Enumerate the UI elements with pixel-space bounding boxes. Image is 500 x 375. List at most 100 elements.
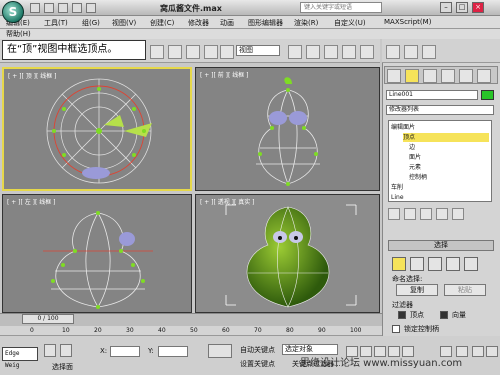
modify-tab-icon[interactable] [405, 69, 419, 83]
copy-button[interactable]: 复制 [396, 284, 438, 296]
stack-item-element[interactable]: 元素 [409, 163, 421, 172]
lock-handles-checkbox[interactable] [392, 325, 400, 333]
viewport-top[interactable]: [ + ][ 顶 ][ 线框 ] [2, 67, 192, 191]
menu-rendering[interactable]: 渲染(R) [294, 18, 318, 28]
top-view-wireframe [46, 78, 152, 184]
x-coordinate-field[interactable] [110, 346, 140, 357]
menu-group[interactable]: 组(G) [82, 18, 100, 28]
pin-stack-icon[interactable] [388, 208, 400, 220]
menu-help[interactable]: 帮助(H) [6, 29, 31, 39]
save-icon[interactable] [58, 3, 68, 13]
menu-create[interactable]: 创建(C) [150, 18, 174, 28]
viewport-left[interactable]: [ + ][ 左 ][ 线框 ] [2, 194, 192, 313]
menu-customize[interactable]: 自定义(U) [334, 18, 366, 28]
maxscript-listener[interactable]: Edge Weig [2, 347, 38, 369]
stack-item-edit-patch[interactable]: 编辑面片 [391, 123, 415, 132]
y-coordinate-field[interactable] [158, 346, 188, 357]
auto-key-button[interactable]: 自动关键点 [240, 345, 275, 355]
menu-modifiers[interactable]: 修改器 [188, 18, 209, 28]
viewport-label[interactable]: [ + ][ 透视 ][ 真实 ] [200, 197, 255, 206]
handle-mode-icon[interactable] [410, 257, 424, 271]
menu-views[interactable]: 视图(V) [112, 18, 136, 28]
viewport-label[interactable]: [ + ][ 前 ][ 线框 ] [200, 70, 249, 79]
tick-label: 20 [94, 327, 102, 334]
menu-tools[interactable]: 工具(T) [44, 18, 68, 28]
tick-label: 10 [62, 327, 70, 334]
render-frame-icon[interactable] [404, 45, 418, 59]
key-icon[interactable] [208, 344, 232, 358]
stack-item-edge[interactable]: 边 [409, 143, 415, 152]
menu-bar: 编辑(E) 工具(T) 组(G) 视图(V) 创建(C) 修改器 动画 图形编辑… [0, 16, 500, 29]
front-view-wireframe [256, 77, 320, 186]
motion-tab-icon[interactable] [441, 69, 455, 83]
menu-bar-row2: 帮助(H) [0, 29, 500, 39]
modifier-list-dropdown[interactable]: 修改器列表 [386, 105, 494, 115]
remove-modifier-icon[interactable] [436, 208, 448, 220]
configure-sets-icon[interactable] [452, 208, 464, 220]
frame-counter[interactable]: 0 / 100 [22, 314, 74, 324]
app-logo-button[interactable]: S [2, 1, 24, 23]
watermark: 思缘设计论坛 www.missyuan.com [300, 358, 463, 369]
move-icon[interactable] [204, 45, 218, 59]
tick-label: 0 [30, 327, 34, 334]
element-mode-icon[interactable] [464, 257, 478, 271]
percent-snap-icon[interactable] [342, 45, 356, 59]
left-view-wireframe [43, 211, 153, 309]
search-input[interactable]: 键入关键字或短语 [300, 2, 382, 13]
absolute-mode-icon[interactable] [60, 344, 72, 357]
tick-label: 70 [254, 327, 262, 334]
timeline-ruler[interactable]: 0 10 20 30 40 50 60 70 80 90 100 [0, 326, 382, 336]
redo-icon[interactable] [86, 3, 96, 13]
menu-animation[interactable]: 动画 [220, 18, 234, 28]
selection-lock-icon[interactable] [44, 344, 56, 357]
show-end-result-icon[interactable] [404, 208, 416, 220]
filter-vector-checkbox[interactable] [440, 311, 448, 319]
render-setup-icon[interactable] [386, 45, 400, 59]
spinner-snap-icon[interactable] [360, 45, 374, 59]
menu-maxscript[interactable]: MAXScript(M) [384, 18, 431, 26]
open-icon[interactable] [44, 3, 54, 13]
patch-mode-icon[interactable] [446, 257, 460, 271]
viewport-label[interactable]: [ + ][ 左 ][ 线框 ] [7, 197, 56, 206]
stack-item-line[interactable]: Line [391, 193, 404, 202]
stack-item-vertex[interactable]: 顶点 [403, 133, 489, 142]
paste-button[interactable]: 粘贴 [444, 284, 486, 296]
select-icon[interactable] [150, 45, 164, 59]
render-icon[interactable] [422, 45, 436, 59]
filter-vertex-checkbox[interactable] [398, 311, 406, 319]
viewport-front[interactable]: [ + ][ 前 ][ 线框 ] [195, 67, 380, 191]
reference-coordinate-select[interactable]: 视图 [236, 45, 280, 56]
viewport-perspective[interactable]: [ + ][ 透视 ][ 真实 ] [195, 194, 380, 313]
object-color-swatch[interactable] [481, 90, 494, 100]
object-name-field[interactable]: Line001 [386, 90, 478, 100]
select-region-icon[interactable] [168, 45, 182, 59]
angle-snap-icon[interactable] [324, 45, 338, 59]
pivot-icon[interactable] [288, 45, 302, 59]
menu-graph-editors[interactable]: 图形编辑器 [248, 18, 283, 28]
stack-item-lathe[interactable]: 车削 [391, 183, 403, 192]
stack-item-patch[interactable]: 面片 [409, 153, 421, 162]
create-tab-icon[interactable] [387, 69, 401, 83]
selection-rollout-header[interactable]: 选择 [388, 240, 494, 251]
y-label: Y: [148, 347, 154, 355]
make-unique-icon[interactable] [420, 208, 432, 220]
window-crossing-icon[interactable] [186, 45, 200, 59]
hierarchy-tab-icon[interactable] [423, 69, 437, 83]
utilities-tab-icon[interactable] [477, 69, 491, 83]
maximize-button[interactable]: □ [456, 2, 468, 13]
edge-mode-icon[interactable] [428, 257, 442, 271]
new-icon[interactable] [30, 3, 40, 13]
viewport-label[interactable]: [ + ][ 顶 ][ 线框 ] [8, 71, 57, 80]
snap-icon[interactable] [306, 45, 320, 59]
minimize-button[interactable]: – [440, 2, 452, 13]
close-button[interactable]: × [472, 2, 484, 13]
x-label: X: [100, 347, 108, 355]
rotate-icon[interactable] [220, 45, 234, 59]
undo-icon[interactable] [72, 3, 82, 13]
set-key-button[interactable]: 设置关键点 [240, 359, 275, 369]
display-tab-icon[interactable] [459, 69, 473, 83]
stack-item-handle[interactable]: 控制柄 [409, 173, 427, 182]
modifier-stack: 编辑面片 顶点 边 面片 元素 控制柄 车削 Line [388, 120, 492, 202]
vertex-mode-icon[interactable] [392, 257, 406, 271]
tick-label: 50 [190, 327, 198, 334]
